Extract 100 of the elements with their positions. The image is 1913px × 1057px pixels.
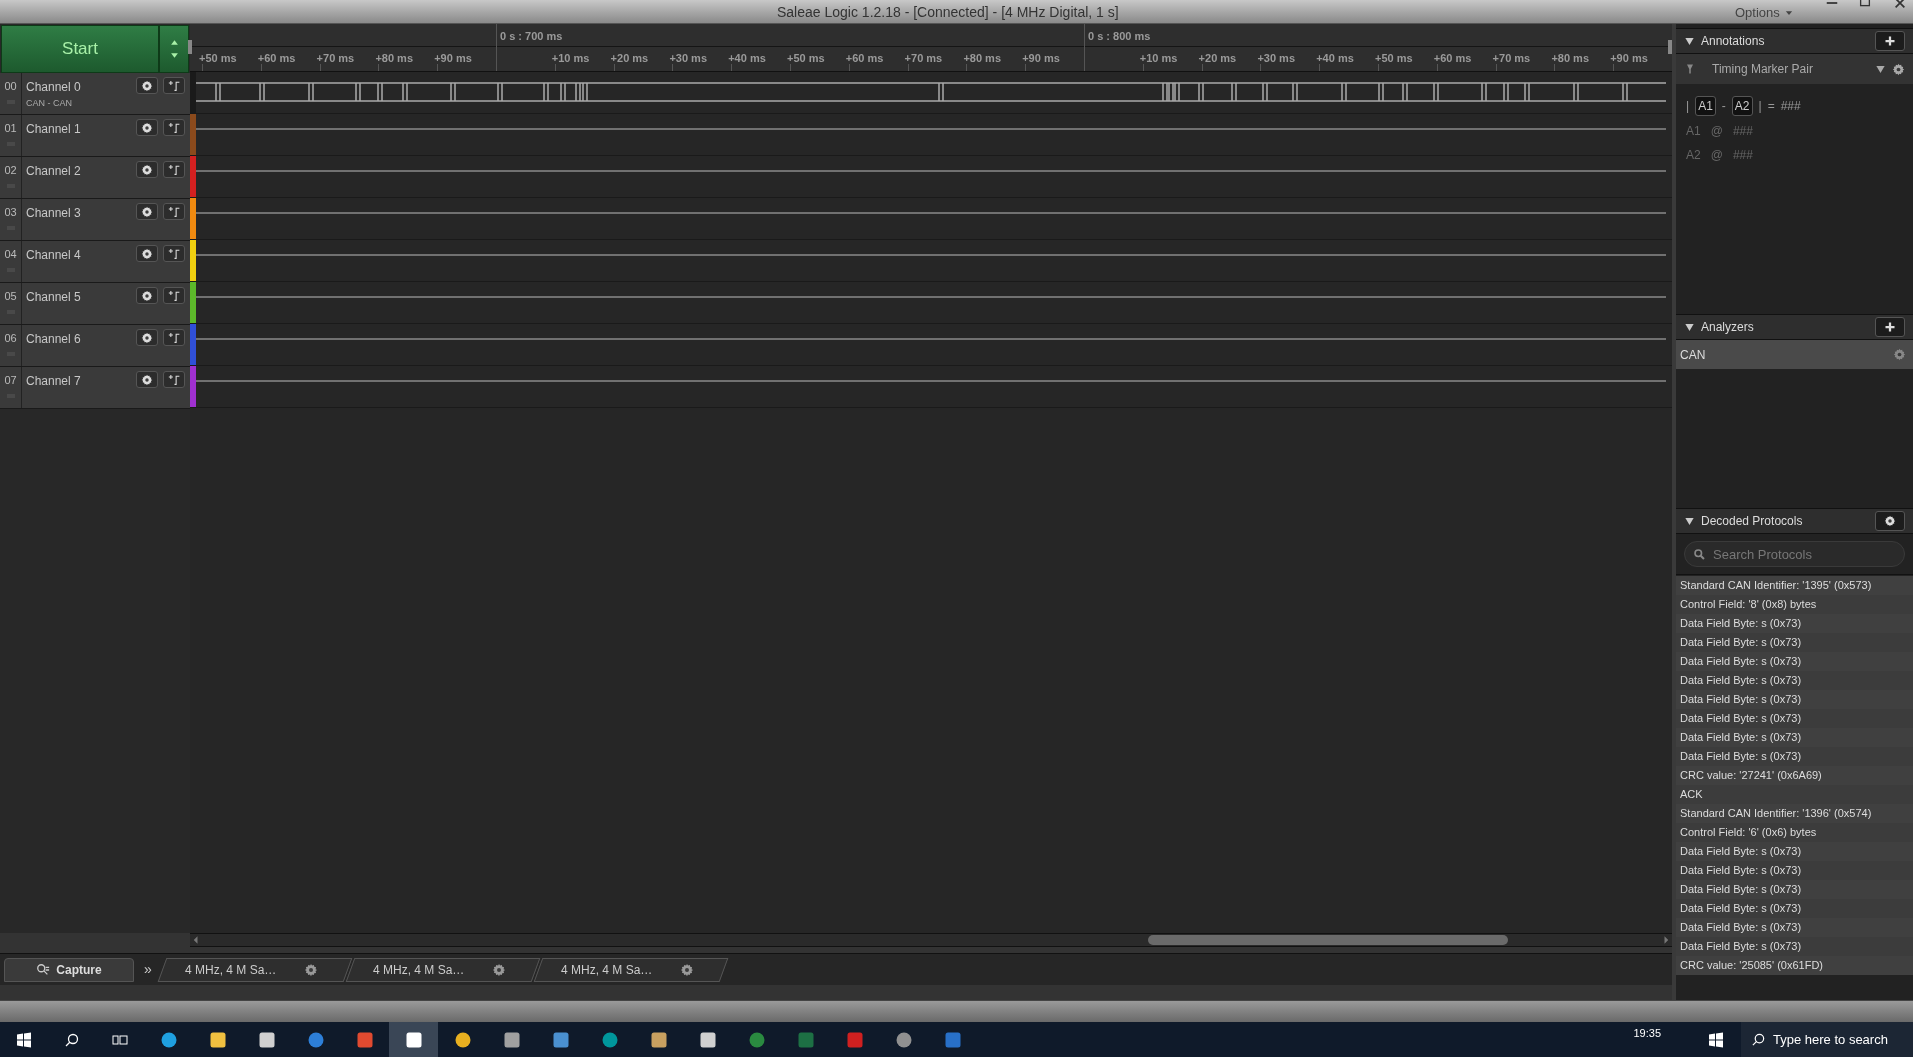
windows-icon[interactable] — [1708, 1031, 1724, 1048]
scrollbar-thumb[interactable] — [1148, 935, 1508, 945]
search-icon[interactable] — [64, 1031, 80, 1048]
marker-value: ### — [1732, 147, 1753, 164]
gear-icon[interactable] — [492, 962, 507, 977]
measure-symbol: = — [1767, 98, 1775, 115]
trigger-button[interactable] — [163, 77, 185, 94]
protocol-row[interactable]: Standard CAN Identifier: '1396' (0x574) — [1676, 804, 1913, 823]
protocol-row[interactable]: Data Field Byte: s (0x73) — [1676, 652, 1913, 671]
protocol-row[interactable]: Data Field Byte: s (0x73) — [1676, 728, 1913, 747]
edge-trigger-icon — [167, 163, 181, 176]
search-icon — [36, 962, 51, 977]
trigger-button[interactable] — [163, 329, 185, 346]
edge-trigger-icon — [167, 79, 181, 92]
up-arrow-icon[interactable] — [168, 38, 180, 47]
close-icon[interactable] — [1893, 0, 1907, 10]
capture-tab[interactable]: 4 MHz, 4 M Sa… — [157, 957, 353, 982]
settings-button[interactable] — [1875, 511, 1905, 531]
tick-label: +60 ms — [845, 51, 884, 66]
trigger-button[interactable] — [163, 245, 185, 262]
search-field[interactable]: Search Protocols — [1684, 541, 1905, 567]
protocol-row[interactable]: Data Field Byte: s (0x73) — [1676, 880, 1913, 899]
add-button[interactable] — [1875, 31, 1905, 51]
search-icon — [1693, 548, 1706, 561]
protocol-row[interactable]: ACK — [1676, 785, 1913, 804]
settings-button[interactable] — [136, 161, 158, 178]
settings-button[interactable] — [136, 77, 158, 94]
protocol-row[interactable]: Data Field Byte: s (0x73) — [1676, 842, 1913, 861]
channel-name: Channel 7 — [26, 373, 82, 390]
tick-label: +50 ms — [787, 51, 825, 66]
gear-icon[interactable] — [304, 962, 319, 977]
marker-value: ### — [1732, 123, 1753, 140]
analyzer-item[interactable]: CAN — [1676, 340, 1913, 369]
resize-handle[interactable] — [188, 40, 192, 54]
dropdown-icon[interactable] — [1875, 63, 1886, 75]
window-title: Saleae Logic 1.2.18 - [Connected] - [4 MHz Digital, 1 s] — [777, 3, 1119, 22]
measure-symbol: | — [1686, 98, 1690, 115]
gear-icon[interactable] — [680, 962, 695, 977]
tick-label: +20 ms — [1198, 51, 1237, 66]
start-button[interactable]: Start — [1, 25, 159, 73]
marker-tag: A2 — [1731, 96, 1753, 116]
marker-name: A1 — [1686, 123, 1701, 140]
trigger-button[interactable] — [163, 119, 185, 136]
measure-symbol: | — [1758, 98, 1762, 115]
settings-button[interactable] — [136, 119, 158, 136]
settings-button[interactable] — [136, 329, 158, 346]
panel-title: Decoded Protocols — [1701, 513, 1804, 530]
channel-name: Channel 1 — [26, 121, 82, 138]
capture-tab[interactable]: 4 MHz, 4 M Sa… — [345, 957, 541, 982]
trigger-button[interactable] — [163, 161, 185, 178]
marker-tag: A1 — [1695, 96, 1716, 116]
down-arrow-icon[interactable] — [168, 51, 180, 60]
capture-tab[interactable]: Capture — [4, 957, 134, 982]
settings-button[interactable] — [136, 287, 158, 304]
collapse-icon[interactable] — [1684, 321, 1695, 333]
capture-tab[interactable]: 4 MHz, 4 M Sa… — [533, 957, 729, 982]
gear-icon — [141, 247, 153, 260]
trigger-button[interactable] — [163, 287, 185, 304]
trigger-button[interactable] — [163, 203, 185, 220]
protocol-row[interactable]: CRC value: '27241' (0x6A69) — [1676, 766, 1913, 785]
panel-title: Annotations — [1701, 33, 1766, 50]
protocol-row[interactable]: Data Field Byte: s (0x73) — [1676, 918, 1913, 937]
time-label: 0 s : 700 ms — [500, 29, 563, 44]
protocol-row[interactable]: Data Field Byte: s (0x73) — [1676, 614, 1913, 633]
at-symbol: @ — [1710, 123, 1723, 140]
protocol-row[interactable]: Control Field: '6' (0x6) bytes — [1676, 823, 1913, 842]
protocol-row[interactable]: CRC value: '25085' (0x61FD) — [1676, 956, 1913, 975]
protocol-row[interactable]: Data Field Byte: s (0x73) — [1676, 937, 1913, 956]
protocol-row[interactable]: Data Field Byte: s (0x73) — [1676, 709, 1913, 728]
options-menu[interactable]: Options — [1735, 3, 1794, 23]
plus-icon — [1884, 35, 1896, 47]
protocol-row[interactable]: Data Field Byte: s (0x73) — [1676, 747, 1913, 766]
protocol-row[interactable]: Data Field Byte: s (0x73) — [1676, 671, 1913, 690]
gear-icon[interactable] — [1893, 348, 1906, 361]
resize-handle[interactable] — [1668, 40, 1672, 54]
gear-icon[interactable] — [1892, 62, 1905, 76]
tick-label: +40 ms — [728, 51, 766, 66]
protocol-row[interactable]: Data Field Byte: s (0x73) — [1676, 861, 1913, 880]
protocol-row[interactable]: Data Field Byte: s (0x73) — [1676, 899, 1913, 918]
settings-button[interactable] — [136, 203, 158, 220]
protocol-row[interactable]: Control Field: '8' (0x8) bytes — [1676, 595, 1913, 614]
protocol-row[interactable]: Standard CAN Identifier: '1395' (0x573) — [1676, 576, 1913, 595]
gear-icon — [141, 79, 153, 92]
edge-trigger-icon — [167, 289, 181, 302]
protocol-row[interactable]: Data Field Byte: s (0x73) — [1676, 633, 1913, 652]
channel-name: Channel 2 — [26, 163, 82, 180]
channel-name: Channel 4 — [26, 247, 82, 264]
settings-button[interactable] — [136, 245, 158, 262]
more-tabs-button[interactable]: » — [136, 959, 160, 980]
windows-icon[interactable] — [16, 1031, 32, 1048]
marker-type-label: Timing Marker Pair — [1711, 61, 1814, 78]
channel-name: Channel 6 — [26, 331, 82, 348]
trigger-button[interactable] — [163, 371, 185, 388]
protocol-row[interactable]: Data Field Byte: s (0x73) — [1676, 690, 1913, 709]
collapse-icon[interactable] — [1684, 35, 1695, 47]
settings-button[interactable] — [136, 371, 158, 388]
add-button[interactable] — [1875, 317, 1905, 337]
tick-label: +80 ms — [375, 51, 413, 66]
taskbar-search-field[interactable]: Type here to search — [1741, 1022, 1913, 1057]
collapse-icon[interactable] — [1684, 515, 1695, 527]
